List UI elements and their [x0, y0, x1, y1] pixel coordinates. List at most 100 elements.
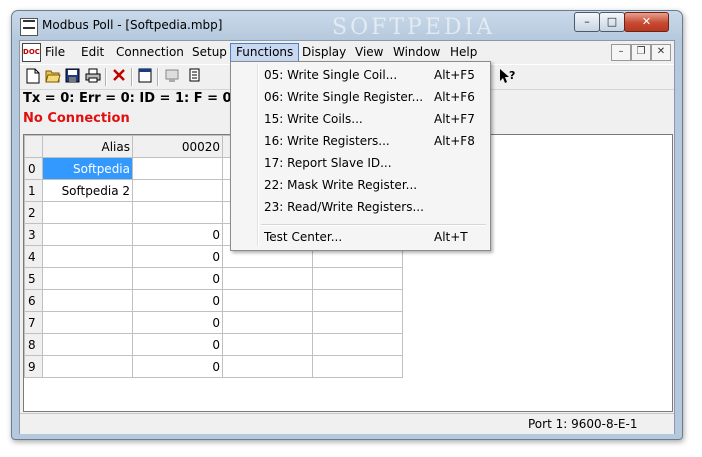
port-status: Port 1: 9600-8-E-1 [528, 417, 638, 431]
row-number[interactable]: 8 [24, 333, 43, 356]
row-number[interactable]: 9 [24, 355, 43, 378]
menu-help[interactable]: Help [445, 43, 482, 61]
menu-item-function[interactable]: 17: Report Slave ID... [233, 152, 486, 174]
menu-item-function[interactable]: 15: Write Coils... Alt+F7 [233, 108, 486, 130]
value-cell[interactable]: 0 [132, 355, 223, 378]
app-icon[interactable] [20, 18, 38, 36]
empty-cell[interactable] [222, 289, 313, 312]
toolbar-separator [157, 68, 159, 86]
table-row: 80 [24, 333, 403, 356]
menu-item-function[interactable]: 22: Mask Write Register... [233, 174, 486, 196]
menu-item-label: 15: Write Coils... [264, 112, 363, 126]
alias-cell[interactable] [42, 267, 133, 290]
corner-cell[interactable] [24, 135, 43, 158]
delete-icon[interactable] [110, 68, 127, 85]
mdi-close-button[interactable]: ✕ [651, 44, 671, 61]
maximize-button[interactable]: □ [599, 12, 625, 32]
empty-cell[interactable] [222, 355, 313, 378]
row-number[interactable]: 7 [24, 311, 43, 334]
alias-cell[interactable]: Softpedia [42, 157, 133, 180]
row-number[interactable]: 0 [24, 157, 43, 180]
empty-cell[interactable] [312, 311, 403, 334]
column-header-address[interactable]: 00020 [132, 135, 223, 158]
value-cell[interactable]: 0 [132, 289, 223, 312]
mdi-restore-button[interactable]: ❐ [631, 44, 651, 61]
menu-item-label: 16: Write Registers... [264, 134, 390, 148]
row-number[interactable]: 6 [24, 289, 43, 312]
menu-item-function[interactable]: 16: Write Registers... Alt+F8 [233, 130, 486, 152]
status-bar: Port 1: 9600-8-E-1 [20, 413, 674, 434]
alias-cell[interactable] [42, 333, 133, 356]
menu-functions[interactable]: Functions [230, 43, 300, 63]
empty-cell[interactable] [222, 333, 313, 356]
toolbar-separator [131, 68, 133, 86]
menu-edit[interactable]: Edit [76, 43, 109, 61]
menu-connection[interactable]: Connection [111, 43, 189, 61]
column-header-alias[interactable]: Alias [42, 135, 133, 158]
menu-item-label: 22: Mask Write Register... [264, 178, 418, 192]
menu-item-label: 05: Write Single Coil... [264, 68, 398, 82]
menu-item-function[interactable]: Test Center... Alt+T [233, 226, 486, 248]
help-icon[interactable]: ? [499, 68, 516, 85]
alias-cell[interactable] [42, 245, 133, 268]
menu-item-function[interactable]: 23: Read/Write Registers... [233, 196, 486, 218]
window-icon[interactable] [136, 68, 153, 85]
alias-cell[interactable] [42, 201, 133, 224]
value-cell[interactable]: 0 [132, 223, 223, 246]
empty-cell[interactable] [312, 333, 403, 356]
read-write-icon[interactable] [163, 68, 180, 85]
watermark: SOFTPEDIA [332, 15, 496, 40]
empty-cell[interactable] [222, 267, 313, 290]
menu-item-shortcut: Alt+F6 [434, 90, 475, 104]
alias-cell[interactable] [42, 223, 133, 246]
empty-cell[interactable] [312, 267, 403, 290]
mdi-minimize-button[interactable]: – [611, 44, 631, 61]
menu-separator [261, 224, 486, 226]
menu-display[interactable]: Display [297, 43, 351, 61]
value-cell[interactable] [132, 201, 223, 224]
row-number[interactable]: 3 [24, 223, 43, 246]
save-icon[interactable] [64, 68, 81, 85]
empty-cell[interactable] [312, 355, 403, 378]
open-icon[interactable] [44, 68, 61, 85]
menu-bar: DOC File Edit Connection Setup Functions… [20, 41, 674, 63]
print-preview-icon[interactable] [187, 68, 204, 85]
document-icon[interactable]: DOC [22, 43, 41, 62]
menu-item-shortcut: Alt+T [434, 230, 468, 244]
table-row: 50 [24, 267, 403, 290]
close-button[interactable]: ✕ [624, 12, 669, 32]
minimize-button[interactable]: – [574, 12, 600, 32]
value-cell[interactable]: 0 [132, 245, 223, 268]
empty-cell[interactable] [222, 311, 313, 334]
menu-file[interactable]: File [40, 43, 70, 61]
connection-status: No Connection [23, 111, 130, 126]
alias-cell[interactable] [42, 355, 133, 378]
value-cell[interactable] [132, 157, 223, 180]
table-row: 60 [24, 289, 403, 312]
menu-item-function[interactable]: 05: Write Single Coil... Alt+F5 [233, 64, 486, 86]
menu-item-function[interactable]: 06: Write Single Register... Alt+F6 [233, 86, 486, 108]
print-icon[interactable] [84, 68, 101, 85]
value-cell[interactable]: 0 [132, 267, 223, 290]
value-cell[interactable]: 0 [132, 311, 223, 334]
alias-cell[interactable] [42, 311, 133, 334]
row-number[interactable]: 5 [24, 267, 43, 290]
menu-item-label: Test Center... [264, 230, 343, 244]
value-cell[interactable] [132, 179, 223, 202]
empty-cell[interactable] [312, 289, 403, 312]
row-number[interactable]: 4 [24, 245, 43, 268]
menu-item-label: 23: Read/Write Registers... [264, 200, 424, 214]
value-cell[interactable]: 0 [132, 333, 223, 356]
window-title: Modbus Poll - [Softpedia.mbp] [42, 18, 223, 32]
row-number[interactable]: 2 [24, 201, 43, 224]
title-bar[interactable]: Modbus Poll - [Softpedia.mbp] SOFTPEDIA … [12, 11, 682, 41]
menu-window[interactable]: Window [388, 43, 445, 61]
alias-cell[interactable]: Softpedia 2 [42, 179, 133, 202]
menu-setup[interactable]: Setup [187, 43, 232, 61]
new-icon[interactable] [24, 68, 41, 85]
menu-view[interactable]: View [350, 43, 388, 61]
table-row: 70 [24, 311, 403, 334]
row-number[interactable]: 1 [24, 179, 43, 202]
alias-cell[interactable] [42, 289, 133, 312]
svg-text:?: ? [509, 69, 515, 82]
